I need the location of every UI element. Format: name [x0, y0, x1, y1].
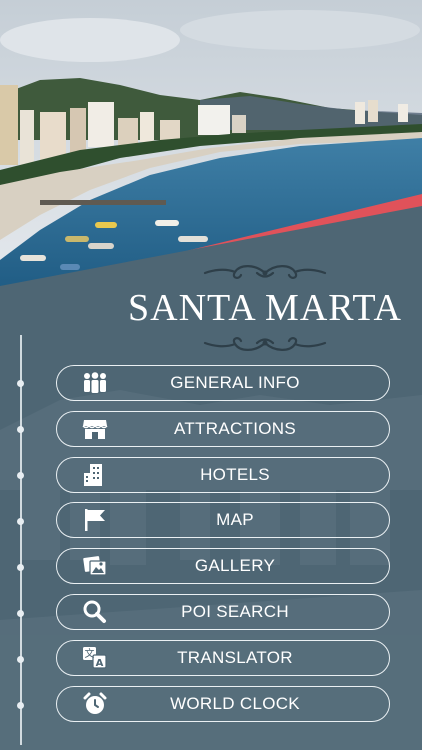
- timeline-dot: [17, 702, 24, 709]
- magnifier-icon: [82, 600, 108, 624]
- gallery-button[interactable]: GALLERY: [56, 548, 390, 585]
- svg-text:A: A: [96, 658, 104, 669]
- translator-button[interactable]: 文 A TRANSLATOR: [56, 639, 390, 676]
- flag-icon: [82, 508, 108, 532]
- poi-search-button[interactable]: POI SEARCH: [56, 593, 390, 630]
- timeline-dot: [17, 380, 24, 387]
- main-menu: GENERAL INFO ATTRACTIONS HOTELS MAP GALL…: [56, 365, 390, 731]
- world-clock-button[interactable]: WORLD CLOCK: [56, 685, 390, 722]
- map-button[interactable]: MAP: [56, 502, 390, 539]
- attractions-button[interactable]: ATTRACTIONS: [56, 410, 390, 447]
- people-group-icon: [82, 371, 108, 395]
- bottom-ornament-icon: [203, 337, 327, 351]
- alarm-clock-icon: [82, 692, 108, 716]
- timeline-dot: [17, 610, 24, 617]
- timeline-dot: [17, 472, 24, 479]
- timeline-dot: [17, 656, 24, 663]
- general-info-button[interactable]: GENERAL INFO: [56, 365, 390, 401]
- timeline-dot: [17, 518, 24, 525]
- timeline-dot: [17, 426, 24, 433]
- page-title: SANTA MARTA: [128, 287, 402, 329]
- timeline-line: [20, 335, 22, 745]
- photo-gallery-icon: [82, 554, 108, 578]
- hotel-building-icon: [82, 463, 108, 487]
- timeline-dot: [17, 564, 24, 571]
- translate-icon: 文 A: [82, 646, 108, 670]
- svg-text:文: 文: [85, 647, 95, 660]
- hotels-button[interactable]: HOTELS: [56, 456, 390, 493]
- top-ornament-icon: [203, 265, 327, 279]
- title-block: SANTA MARTA: [120, 262, 410, 354]
- storefront-icon: [82, 417, 108, 441]
